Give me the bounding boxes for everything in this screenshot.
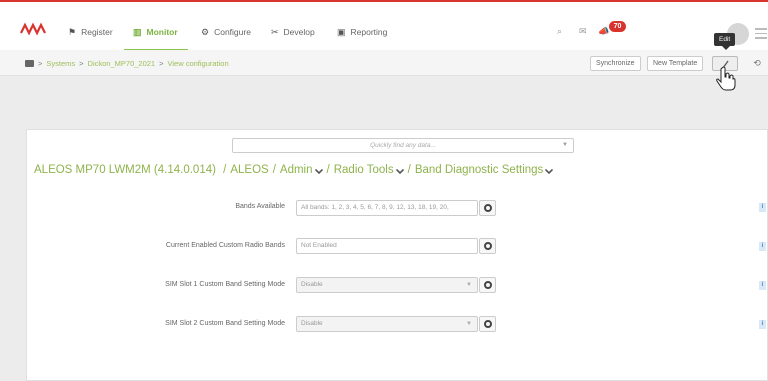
- breadcrumb-device[interactable]: Dickon_MP70_2021: [88, 59, 156, 68]
- bands-available-field[interactable]: All bands: 1, 2, 3, 4, 5, 6, 7, 8, 9, 12…: [296, 200, 478, 216]
- path-radio-tools[interactable]: Radio Tools: [334, 164, 394, 176]
- configuration-path: ALEOS MP70 LWM2M (4.14.0.014) / ALEOS / …: [34, 164, 554, 176]
- hand-cursor-icon: [716, 66, 736, 91]
- system-icon: [25, 60, 34, 67]
- notification-badge: 70: [609, 21, 626, 32]
- sim-slot-2-mode-select[interactable]: Disable ▼: [296, 316, 478, 332]
- nav-reporting[interactable]: ▣ Reporting: [337, 21, 387, 43]
- path-aleos[interactable]: ALEOS: [230, 164, 268, 176]
- breadcrumb-view-configuration[interactable]: View configuration: [167, 59, 228, 68]
- path-admin[interactable]: Admin: [280, 164, 313, 176]
- settings-icon[interactable]: [479, 316, 496, 332]
- info-icon[interactable]: i: [759, 203, 766, 212]
- hamburger-menu-icon[interactable]: [755, 28, 767, 42]
- monitor-icon: ▥: [133, 26, 142, 37]
- info-icon[interactable]: i: [759, 281, 766, 290]
- nav-develop-label: Develop: [283, 27, 315, 37]
- nav-monitor-label: Monitor: [146, 27, 178, 37]
- custom-radio-bands-label: Current Enabled Custom Radio Bands: [165, 242, 285, 249]
- path-band-diagnostic-settings[interactable]: Band Diagnostic Settings: [415, 164, 544, 176]
- path-root[interactable]: ALEOS MP70 LWM2M (4.14.0.014): [34, 164, 216, 176]
- chevron-down-icon[interactable]: [314, 169, 323, 174]
- undo-icon[interactable]: ⟲: [748, 56, 766, 71]
- sim-slot-2-mode-label: SIM Slot 2 Custom Band Setting Mode: [165, 320, 285, 327]
- flag-icon: ⚑: [68, 26, 77, 37]
- breadcrumb: > Systems > Dickon_MP70_2021 > View conf…: [38, 59, 229, 68]
- chevron-down-icon: ▼: [562, 142, 568, 148]
- chevron-down-icon[interactable]: [395, 169, 404, 174]
- nav-monitor[interactable]: ▥ Monitor: [133, 21, 178, 43]
- chevron-down-icon[interactable]: [545, 169, 554, 174]
- nav-configure-label: Configure: [214, 27, 251, 37]
- nav-reporting-label: Reporting: [350, 27, 388, 37]
- search-icon[interactable]: ⌕: [557, 26, 562, 37]
- search-placeholder: Quickly find any data...: [370, 142, 436, 149]
- mail-icon[interactable]: ✉: [579, 26, 587, 37]
- report-icon: ▣: [337, 26, 346, 37]
- sim-slot-1-mode-select[interactable]: Disable ▼: [296, 277, 478, 293]
- nav-register[interactable]: ⚑ Register: [68, 21, 113, 43]
- info-icon[interactable]: i: [759, 320, 766, 329]
- sim-slot-1-mode-value: Disable: [301, 281, 323, 288]
- info-icon[interactable]: i: [759, 242, 766, 251]
- breadcrumb-systems[interactable]: Systems: [46, 59, 75, 68]
- nav-register-label: Register: [81, 27, 113, 37]
- megaphone-icon[interactable]: 📣: [598, 26, 609, 37]
- chevron-down-icon: ▼: [466, 282, 472, 288]
- nav-configure[interactable]: ⚙ Configure: [201, 21, 251, 43]
- settings-icon[interactable]: [479, 200, 496, 216]
- nav-develop[interactable]: ✂ Develop: [271, 21, 315, 43]
- chevron-down-icon: ▼: [466, 321, 472, 327]
- settings-icon[interactable]: [479, 238, 496, 254]
- bands-available-label: Bands Available: [235, 203, 285, 210]
- sim-slot-2-mode-value: Disable: [301, 320, 323, 327]
- search-input[interactable]: Quickly find any data... ▼: [232, 138, 574, 153]
- gear-icon: ⚙: [201, 26, 210, 37]
- settings-icon[interactable]: [479, 277, 496, 293]
- edit-tooltip: Edit: [714, 33, 736, 50]
- synchronize-button[interactable]: Synchronize: [590, 56, 641, 71]
- tools-icon: ✂: [271, 26, 279, 37]
- logo-icon[interactable]: [20, 22, 46, 36]
- top-navigation-bar: ⚑ Register ▥ Monitor ⚙ Configure ✂ Devel…: [0, 0, 768, 52]
- custom-radio-bands-field[interactable]: Not Enabled: [296, 238, 478, 254]
- new-template-button[interactable]: New Template: [647, 56, 704, 71]
- sim-slot-1-mode-label: SIM Slot 1 Custom Band Setting Mode: [165, 281, 285, 288]
